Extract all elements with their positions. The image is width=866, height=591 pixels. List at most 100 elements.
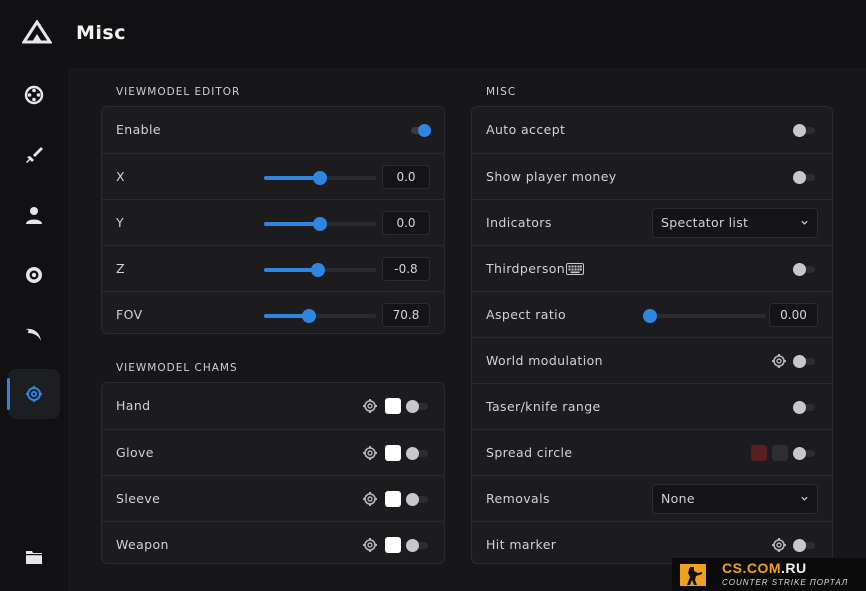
gear-icon[interactable]: [771, 353, 787, 369]
glove-toggle[interactable]: [406, 447, 430, 460]
section-title-misc: MISC: [486, 86, 517, 98]
setting-label: Hit marker: [486, 537, 557, 552]
fov-slider[interactable]: [264, 309, 376, 323]
hand-toggle[interactable]: [406, 400, 430, 413]
setting-row-aspect-ratio: Aspect ratio 0.00: [472, 291, 832, 337]
x-value-input[interactable]: 0.0: [382, 165, 430, 189]
setting-row-removals: Removals None: [472, 475, 832, 521]
y-slider[interactable]: [264, 217, 376, 231]
gear-icon[interactable]: [771, 537, 787, 553]
setting-row-sleeve: Sleeve: [102, 475, 444, 521]
select-value: None: [661, 491, 695, 506]
taser-knife-range-toggle[interactable]: [793, 401, 817, 414]
slider-thumb[interactable]: [313, 217, 327, 231]
setting-row-x: X 0.0: [102, 153, 444, 199]
crosshair-icon: [24, 85, 44, 105]
setting-label: X: [116, 169, 125, 184]
setting-label: Glove: [116, 445, 154, 460]
sword-icon: [26, 147, 43, 163]
auto-accept-toggle[interactable]: [793, 124, 817, 137]
section-title-viewmodel-editor: VIEWMODEL EDITOR: [116, 86, 241, 98]
slider-thumb[interactable]: [301, 309, 316, 323]
x-slider[interactable]: [264, 171, 376, 185]
setting-label: Indicators: [486, 215, 552, 230]
hit-marker-toggle[interactable]: [793, 539, 817, 552]
setting-row-world-modulation: World modulation: [472, 337, 832, 383]
sidebar-item-misc[interactable]: [7, 369, 60, 419]
keyboard-icon[interactable]: [566, 263, 584, 275]
eye-icon: [26, 267, 42, 283]
watermark-domain: CS.COM.RU: [722, 560, 807, 576]
setting-label: Weapon: [116, 537, 169, 552]
sidebar-item-visuals[interactable]: [8, 250, 60, 300]
z-slider[interactable]: [264, 263, 376, 277]
viewmodel-editor-panel: Enable X 0.0 Y 0.0 Z -0.8 FOV 70.8: [101, 106, 445, 334]
color-swatch-primary[interactable]: [751, 445, 767, 461]
setting-row-auto-accept: Auto accept: [472, 107, 832, 153]
setting-row-enable: Enable: [102, 107, 444, 153]
slider-thumb[interactable]: [310, 263, 325, 277]
spread-circle-toggle[interactable]: [793, 447, 817, 460]
chevron-down-icon: [801, 496, 808, 501]
sidebar-item-configs[interactable]: [8, 532, 60, 582]
sidebar-item-skins[interactable]: [8, 310, 60, 360]
app-header: Misc: [0, 0, 866, 68]
color-swatch[interactable]: [385, 445, 401, 461]
setting-label: World modulation: [486, 353, 603, 368]
setting-label: Enable: [116, 122, 161, 137]
chevron-down-icon: [801, 220, 808, 225]
gear-icon: [26, 386, 42, 402]
setting-row-thirdperson: Thirdperson: [472, 245, 832, 291]
sleeve-toggle[interactable]: [406, 493, 430, 506]
color-swatch[interactable]: [385, 491, 401, 507]
setting-label: Y: [116, 215, 125, 230]
karambit-icon: [25, 328, 41, 341]
gear-icon[interactable]: [362, 537, 378, 553]
folder-icon: [26, 551, 42, 564]
misc-panel: Auto accept Show player money Indicators…: [471, 106, 833, 564]
world-modulation-toggle[interactable]: [793, 355, 817, 368]
color-swatch[interactable]: [385, 398, 401, 414]
aspect-ratio-value-input[interactable]: 0.00: [769, 303, 818, 327]
color-swatch[interactable]: [385, 537, 401, 553]
weapon-toggle[interactable]: [406, 539, 430, 552]
show-player-money-toggle[interactable]: [793, 171, 817, 184]
aspect-ratio-slider[interactable]: [643, 309, 766, 323]
removals-select[interactable]: None: [652, 484, 818, 514]
color-swatch-secondary[interactable]: [772, 445, 788, 461]
enable-toggle[interactable]: [407, 124, 431, 137]
setting-label: Show player money: [486, 169, 617, 184]
thirdperson-toggle[interactable]: [793, 263, 817, 276]
setting-row-weapon: Weapon: [102, 521, 444, 567]
sidebar-item-legit[interactable]: [8, 130, 60, 180]
setting-row-fov: FOV 70.8: [102, 291, 444, 337]
setting-label: Hand: [116, 398, 151, 413]
app-logo-icon: [22, 20, 52, 44]
setting-row-indicators: Indicators Spectator list: [472, 199, 832, 245]
setting-label: Z: [116, 261, 125, 276]
page-title: Misc: [76, 22, 126, 44]
fov-value-input[interactable]: 70.8: [382, 303, 430, 327]
soldier-logo-icon: [680, 564, 706, 586]
watermark-tagline: COUNTER STRIKE ПОРТАЛ: [722, 578, 849, 587]
setting-row-z: Z -0.8: [102, 245, 444, 291]
sidebar-item-players[interactable]: [8, 190, 60, 240]
gear-icon[interactable]: [362, 491, 378, 507]
setting-row-y: Y 0.0: [102, 199, 444, 245]
gear-icon[interactable]: [362, 445, 378, 461]
setting-label: Removals: [486, 491, 550, 506]
main-content: VIEWMODEL EDITOR Enable X 0.0 Y 0.0 Z -0…: [68, 68, 866, 591]
slider-thumb[interactable]: [313, 171, 327, 185]
gear-icon[interactable]: [362, 398, 378, 414]
indicators-select[interactable]: Spectator list: [652, 208, 818, 238]
sidebar-item-aimbot[interactable]: [8, 70, 60, 120]
y-value-input[interactable]: 0.0: [382, 211, 430, 235]
slider-thumb[interactable]: [643, 309, 657, 323]
setting-label: Thirdperson: [486, 261, 566, 276]
select-value: Spectator list: [661, 215, 749, 230]
user-icon: [26, 207, 42, 224]
setting-label: Taser/knife range: [486, 399, 601, 414]
section-title-viewmodel-chams: VIEWMODEL CHAMS: [116, 362, 238, 374]
z-value-input[interactable]: -0.8: [382, 257, 430, 281]
active-indicator: [7, 378, 10, 410]
